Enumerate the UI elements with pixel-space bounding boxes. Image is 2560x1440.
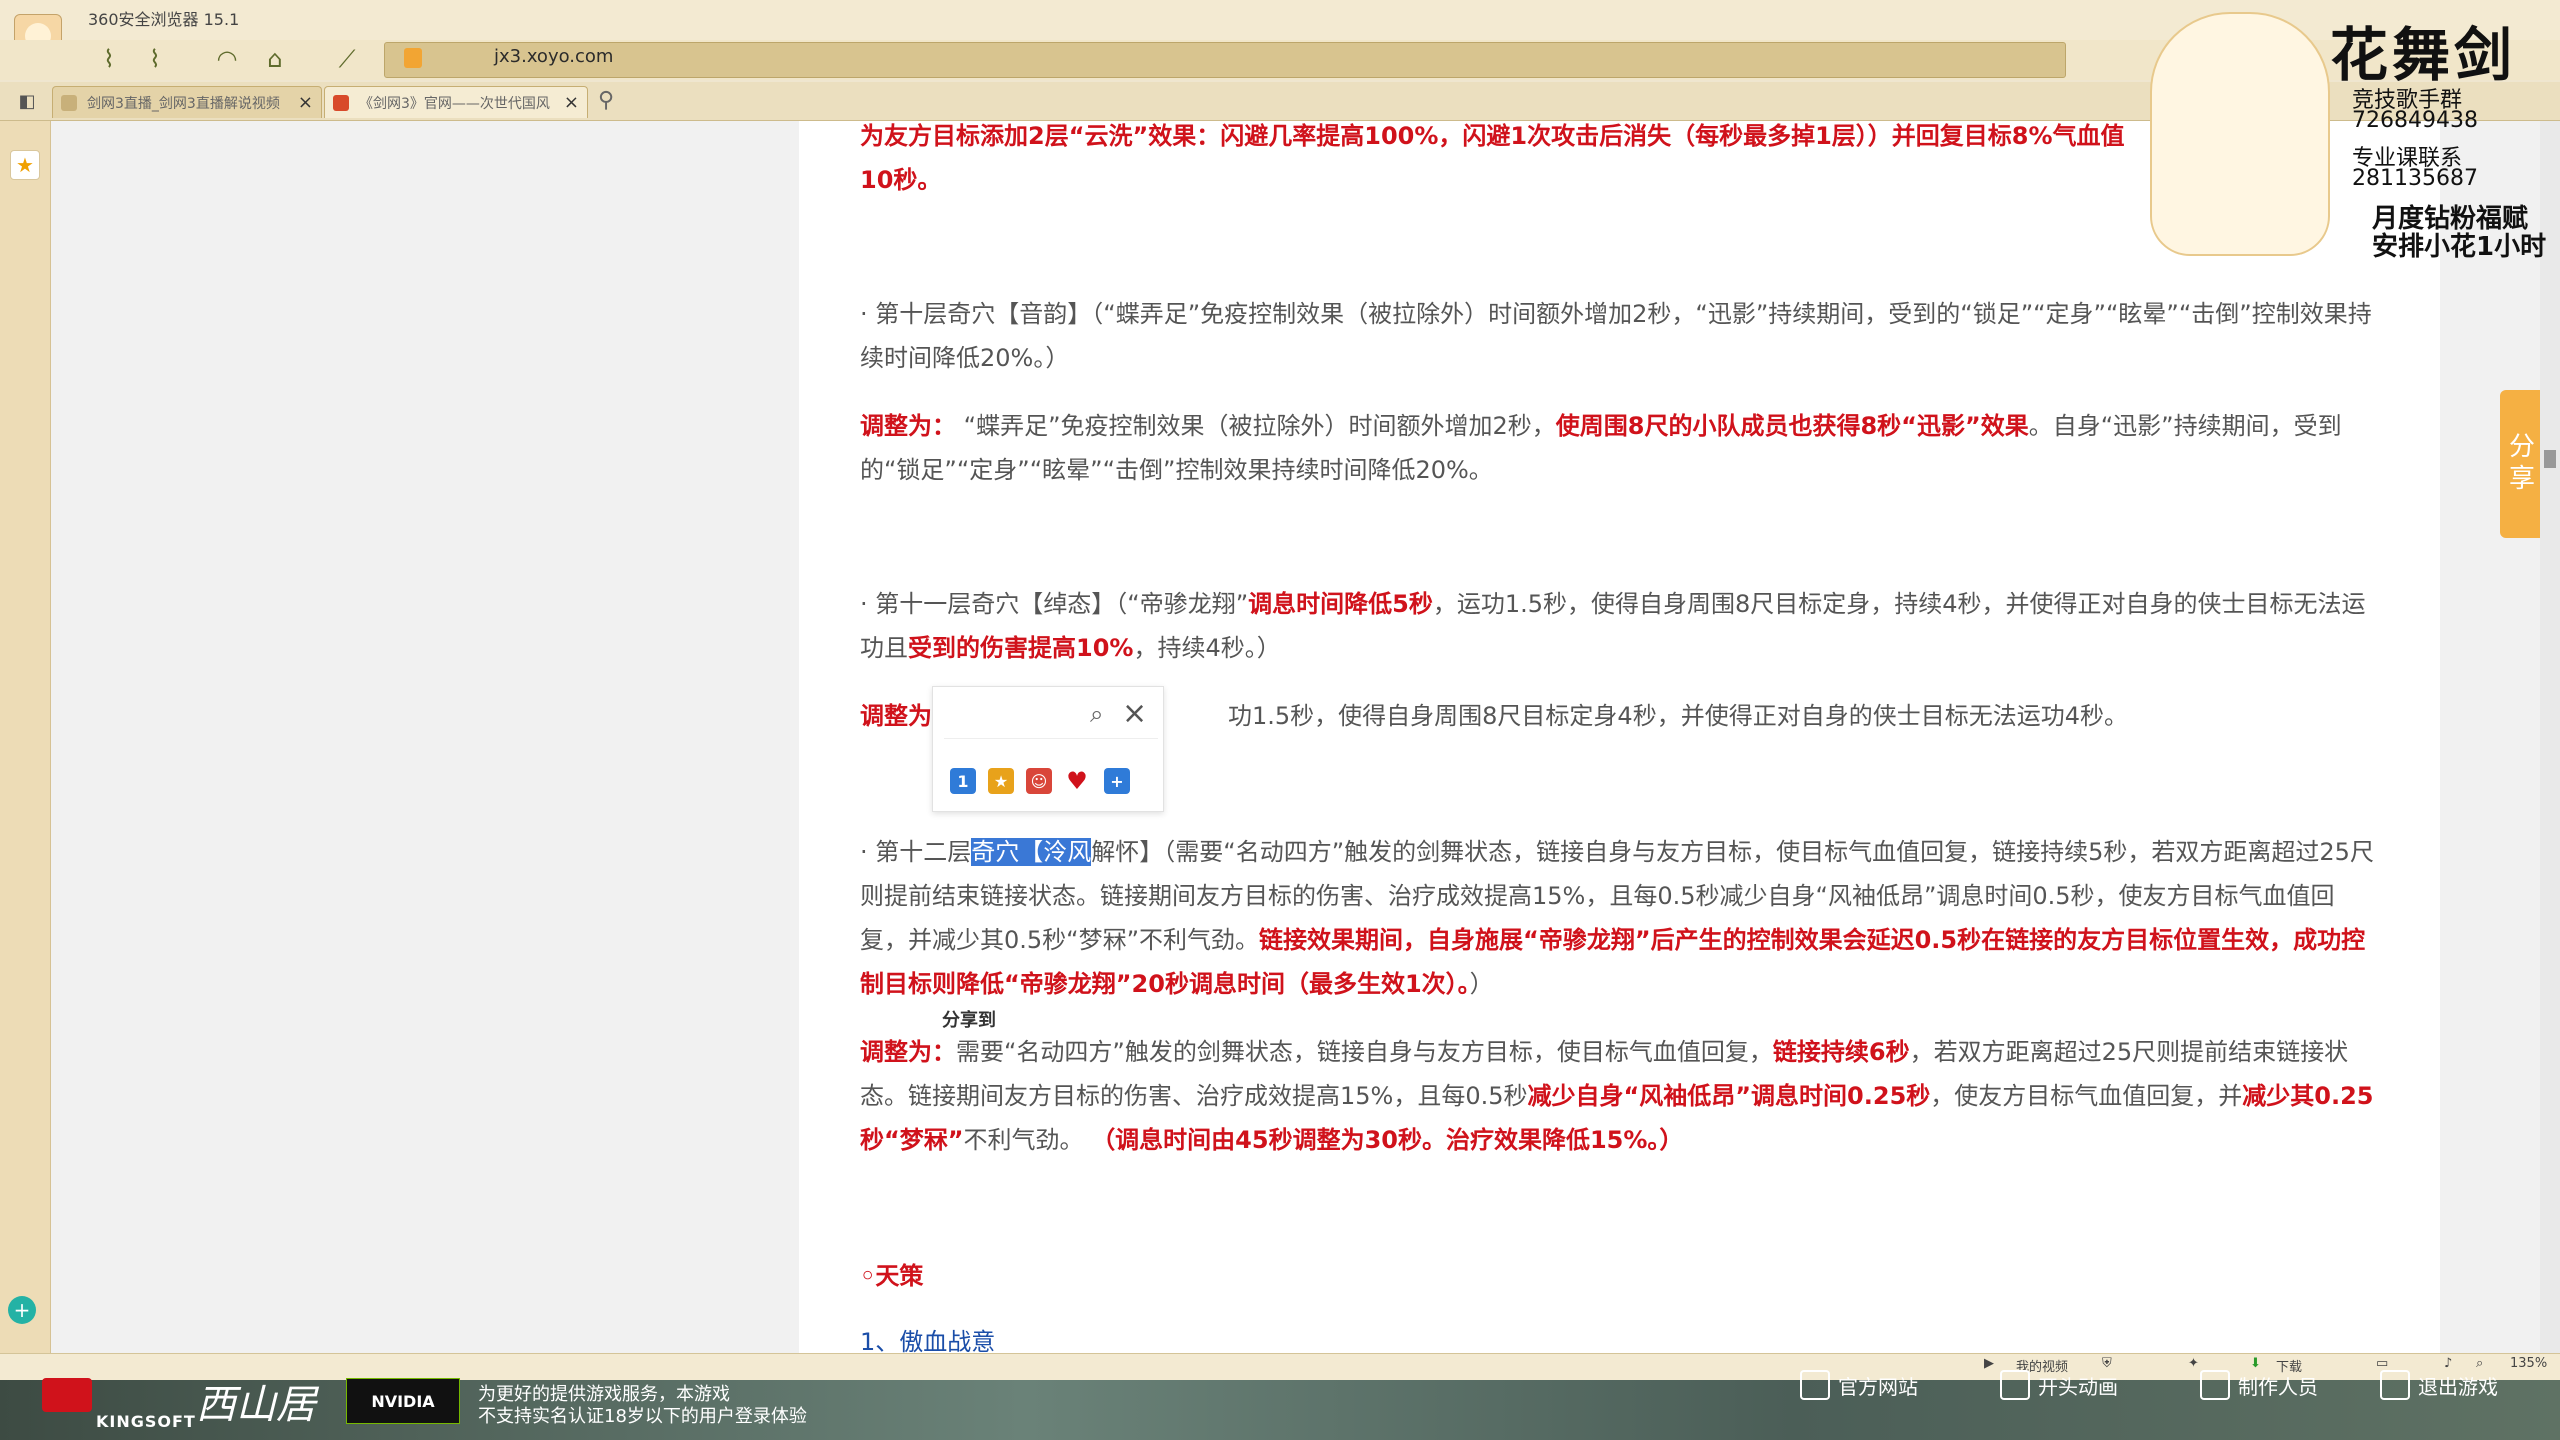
exit-icon xyxy=(2380,1370,2410,1400)
home-icon[interactable]: ⌂ xyxy=(258,44,292,74)
xishanju-logo: 西山居 xyxy=(196,1382,316,1428)
sidebar-add-icon[interactable]: + xyxy=(8,1296,36,1324)
favorite-heart-icon[interactable]: ♥ xyxy=(1064,767,1090,795)
paragraph-tier11-original: · 第十一层奇穴【绰态】（“帝骖龙翔”调息时间降低5秒，运功1.5秒，使得自身周… xyxy=(860,590,2366,662)
paragraph-tier10-adjusted: 调整为： “蝶弄足”免疫控制效果（被拉除外）时间额外增加2秒，使周围8尺的小队成… xyxy=(860,412,2342,484)
bamboo-icon[interactable]: ⟋ xyxy=(330,44,364,74)
paragraph-tier10-original: · 第十层奇穴【音韵】（“蝶弄足”免疫控制效果（被拉除外）时间额外增加2秒，“迅… xyxy=(860,300,2372,372)
search-icon[interactable]: ⌕ xyxy=(1090,700,1103,728)
streamer-name: 花舞剑 xyxy=(2330,21,2517,89)
tab-close-icon[interactable]: × xyxy=(564,92,579,113)
tab-jx3-official[interactable]: 《剑网3》官网——次世代国风 × xyxy=(324,86,588,118)
new-tab-pin-icon[interactable]: ⚲ xyxy=(598,88,614,113)
people-icon xyxy=(2200,1370,2230,1400)
address-text[interactable]: jx3.xoyo.com xyxy=(494,46,613,67)
paragraph-tier12-adjusted: 调整为：需要“名动四方”触发的剑舞状态，链接自身与友方目标，使目标气血值回复，链… xyxy=(860,1038,2374,1154)
grass-icon[interactable]: ⌇ xyxy=(138,44,172,74)
paragraph-tier12-original: · 第十二层奇穴【泠风解怀】（需要“名动四方”触发的剑舞状态，链接自身与友方目标… xyxy=(860,838,2374,998)
age-notice: 为更好的提供游戏服务，本游戏 不支持实名认证18岁以下的用户登录体验 xyxy=(478,1384,807,1427)
browser-title: 360安全浏览器 15.1 xyxy=(88,10,240,29)
share-to-label: 分享到 xyxy=(942,1010,996,1031)
streamer-mascot-image xyxy=(2150,12,2330,256)
share-side-button[interactable]: 分享 xyxy=(2500,390,2540,538)
watermark-group-number: 726849438 xyxy=(2352,108,2478,133)
globe-icon xyxy=(1800,1370,1830,1400)
refresh-icon[interactable]: ◠ xyxy=(210,44,244,74)
grass-icon[interactable]: ⌇ xyxy=(92,44,126,74)
watermark-promo-2: 安排小花1小时 xyxy=(2372,232,2547,262)
pin-icon[interactable]: ✦ xyxy=(2188,1356,2199,1371)
share-more-icon[interactable]: + xyxy=(1104,768,1130,794)
address-bar[interactable] xyxy=(384,42,2066,78)
section-heading-tiance: ◦天策 xyxy=(860,1262,924,1290)
video-icon[interactable]: ▶ xyxy=(1984,1356,1994,1371)
favorites-star-icon[interactable]: ★ xyxy=(10,150,40,180)
official-site-button[interactable]: 官方网站 xyxy=(1800,1368,1918,1402)
share-weibo-icon[interactable]: ☺ xyxy=(1026,768,1052,794)
kingsoft-logo-icon xyxy=(42,1378,92,1412)
watermark-contact-number: 281135687 xyxy=(2352,166,2478,191)
sidebar-toggle-icon[interactable]: ◧ xyxy=(10,86,44,116)
tab-close-icon[interactable]: × xyxy=(298,92,313,113)
credits-button[interactable]: 制作人员 xyxy=(2200,1368,2318,1402)
intro-video-button[interactable]: 开头动画 xyxy=(2000,1368,2118,1402)
site-lock-icon xyxy=(404,48,422,68)
kingsoft-wordmark: KINGSOFT xyxy=(96,1412,196,1431)
close-icon[interactable]: × xyxy=(1122,696,1147,731)
tab-favicon-icon xyxy=(333,94,349,111)
share-qq-icon[interactable]: 1 xyxy=(950,768,976,794)
exit-game-button[interactable]: 退出游戏 xyxy=(2380,1368,2498,1402)
tab-jx3-live[interactable]: 剑网3直播_剑网3直播解说视频 × xyxy=(52,86,322,118)
tab-favicon-icon xyxy=(61,94,77,111)
link-aoxue-zhanyi[interactable]: 1、傲血战意 xyxy=(860,1322,995,1357)
status-bar xyxy=(0,1353,2560,1380)
selected-text: 奇穴【泠风 xyxy=(971,838,1092,866)
film-icon xyxy=(2000,1370,2030,1400)
page-scrollbar[interactable] xyxy=(2540,121,2560,1353)
share-qzone-icon[interactable]: ★ xyxy=(988,768,1014,794)
nvidia-logo: NVIDIA xyxy=(346,1378,460,1424)
zoom-level[interactable]: 135% xyxy=(2510,1356,2547,1371)
page-margin-left xyxy=(51,121,799,1353)
left-sidebar xyxy=(0,121,51,1353)
scrollbar-thumb[interactable] xyxy=(2544,450,2556,468)
